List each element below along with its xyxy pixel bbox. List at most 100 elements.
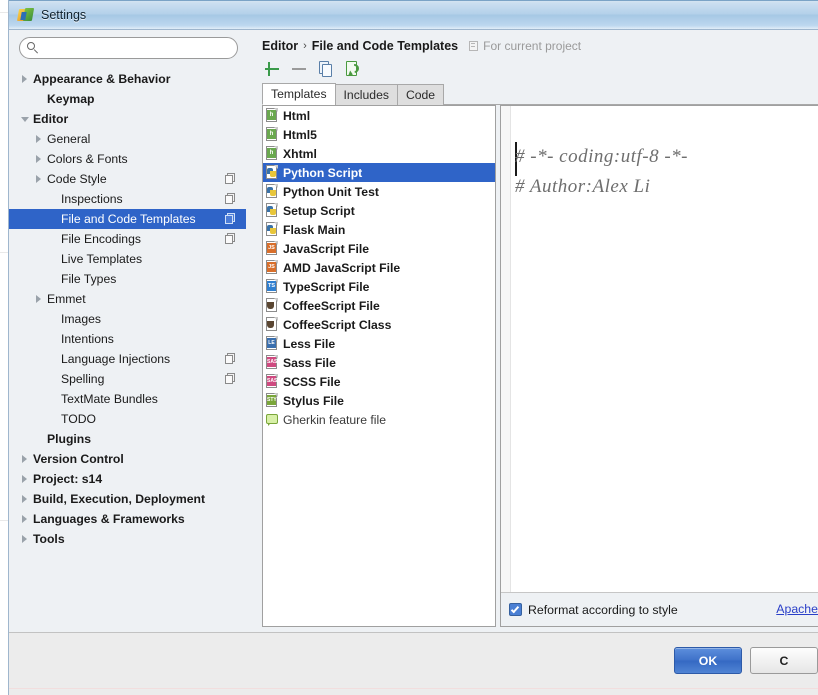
template-list-item[interactable]: STYL Stylus File bbox=[263, 391, 495, 410]
sidebar-item-todo[interactable]: TODO bbox=[9, 409, 246, 429]
editor-footer: Reformat according to style Apache bbox=[501, 592, 818, 626]
template-list-item[interactable]: Gherkin feature file bbox=[263, 410, 495, 429]
sidebar-item-version-control[interactable]: Version Control bbox=[9, 449, 246, 469]
chevron-right-icon[interactable] bbox=[33, 149, 47, 169]
typescript-file-icon: TS bbox=[265, 279, 279, 294]
reformat-checkbox[interactable] bbox=[509, 603, 522, 616]
template-list-item[interactable]: SASS Sass File bbox=[263, 353, 495, 372]
template-list-item[interactable]: Python Unit Test bbox=[263, 182, 495, 201]
window-titlebar: Settings bbox=[9, 0, 818, 30]
chevron-down-icon[interactable] bbox=[19, 109, 33, 129]
chevron-right-icon[interactable] bbox=[33, 169, 47, 189]
sidebar-item-textmate-bundles[interactable]: TextMate Bundles bbox=[9, 389, 246, 409]
sidebar-item-file-encodings[interactable]: File Encodings bbox=[9, 229, 246, 249]
chevron-right-icon[interactable] bbox=[33, 289, 47, 309]
breadcrumb-parent[interactable]: Editor bbox=[262, 39, 298, 53]
template-list-item[interactable]: SASS SCSS File bbox=[263, 372, 495, 391]
sidebar-item-label: Colors & Fonts bbox=[47, 152, 128, 166]
ok-button[interactable]: OK bbox=[674, 647, 742, 674]
sidebar-item-tools[interactable]: Tools bbox=[9, 529, 246, 549]
sidebar-item-build-execution-deployment[interactable]: Build, Execution, Deployment bbox=[9, 489, 246, 509]
sidebar-item-appearance-behavior[interactable]: Appearance & Behavior bbox=[9, 69, 246, 89]
chevron-right-icon[interactable] bbox=[19, 529, 33, 549]
sidebar-item-code-style[interactable]: Code Style bbox=[9, 169, 246, 189]
sidebar-item-colors-fonts[interactable]: Colors & Fonts bbox=[9, 149, 246, 169]
scss-file-icon: SASS bbox=[265, 374, 281, 389]
search-input[interactable] bbox=[44, 39, 237, 57]
settings-tree[interactable]: Appearance & Behavior Keymap Editor General… bbox=[9, 67, 246, 633]
sidebar-item-live-templates[interactable]: Live Templates bbox=[9, 249, 246, 269]
reset-to-default-icon[interactable] bbox=[343, 59, 363, 79]
template-code-editor[interactable]: # -*- coding:utf-8 -*- # Author:Alex Li bbox=[501, 106, 818, 592]
sidebar-item-keymap[interactable]: Keymap bbox=[9, 89, 246, 109]
breadcrumb-separator-icon: › bbox=[303, 40, 307, 52]
sidebar-item-emmet[interactable]: Emmet bbox=[9, 289, 246, 309]
template-list-item[interactable]: TS TypeScript File bbox=[263, 277, 495, 296]
settings-sidebar: Appearance & Behavior Keymap Editor General… bbox=[9, 31, 246, 633]
template-list-item[interactable]: CoffeeScript Class bbox=[263, 315, 495, 334]
template-list-item[interactable]: JS AMD JavaScript File bbox=[263, 258, 495, 277]
html-file-icon: h bbox=[265, 108, 279, 123]
copy-scope-icon bbox=[225, 213, 236, 224]
tab-templates[interactable]: Templates bbox=[262, 83, 336, 105]
panel-splitter[interactable] bbox=[246, 31, 254, 633]
sidebar-item-file-and-code-templates[interactable]: File and Code Templates bbox=[9, 209, 246, 229]
chevron-right-icon[interactable] bbox=[19, 449, 33, 469]
tab-code[interactable]: Code bbox=[396, 84, 445, 105]
chevron-right-icon[interactable] bbox=[19, 509, 33, 529]
search-icon bbox=[27, 42, 39, 54]
sidebar-item-inspections[interactable]: Inspections bbox=[9, 189, 246, 209]
remove-template-button[interactable] bbox=[289, 59, 309, 79]
sidebar-item-file-types[interactable]: File Types bbox=[9, 269, 246, 289]
desktop-edge-line bbox=[0, 252, 8, 253]
template-list-item[interactable]: h Html5 bbox=[263, 125, 495, 144]
dialog-button-bar: OK C bbox=[9, 633, 818, 695]
template-list-item[interactable]: h Html bbox=[263, 106, 495, 125]
settings-window: Settings Appearance & Behavior Keymap Edit… bbox=[8, 0, 818, 695]
templates-list[interactable]: h Html h Html5 h Xhtml Python Script Python Uni… bbox=[262, 105, 496, 627]
template-list-item-label: SCSS File bbox=[283, 374, 341, 389]
chevron-right-icon[interactable] bbox=[19, 489, 33, 509]
apache-license-link[interactable]: Apache bbox=[776, 602, 818, 616]
template-list-item[interactable]: Python Script bbox=[263, 163, 495, 182]
sidebar-item-images[interactable]: Images bbox=[9, 309, 246, 329]
sidebar-item-intentions[interactable]: Intentions bbox=[9, 329, 246, 349]
sidebar-item-language-injections[interactable]: Language Injections bbox=[9, 349, 246, 369]
sidebar-item-spelling[interactable]: Spelling bbox=[9, 369, 246, 389]
sidebar-item-plugins[interactable]: Plugins bbox=[9, 429, 246, 449]
copy-template-icon[interactable] bbox=[316, 59, 336, 79]
template-list-item-label: Gherkin feature file bbox=[283, 412, 386, 427]
settings-body: Appearance & Behavior Keymap Editor General… bbox=[9, 31, 818, 695]
search-container bbox=[9, 31, 246, 65]
chevron-right-icon[interactable] bbox=[19, 69, 33, 89]
sidebar-item-editor[interactable]: Editor bbox=[9, 109, 246, 129]
reformat-checkbox-row[interactable]: Reformat according to style bbox=[509, 603, 678, 617]
tab-includes[interactable]: Includes bbox=[334, 84, 398, 105]
template-list-item[interactable]: Setup Script bbox=[263, 201, 495, 220]
python-file-icon bbox=[265, 222, 279, 237]
sidebar-item-general[interactable]: General bbox=[9, 129, 246, 149]
sidebar-item-label: Keymap bbox=[47, 92, 95, 106]
template-list-item[interactable]: Flask Main bbox=[263, 220, 495, 239]
sidebar-item-languages-frameworks[interactable]: Languages & Frameworks bbox=[9, 509, 246, 529]
template-list-item[interactable]: LE Less File bbox=[263, 334, 495, 353]
chevron-right-icon[interactable] bbox=[19, 469, 33, 489]
copy-scope-icon bbox=[225, 193, 236, 204]
sidebar-item-label: Emmet bbox=[47, 292, 86, 306]
template-list-item[interactable]: h Xhtml bbox=[263, 144, 495, 163]
template-list-item[interactable]: JS JavaScript File bbox=[263, 239, 495, 258]
sidebar-item-label: Appearance & Behavior bbox=[33, 72, 171, 86]
chevron-right-icon[interactable] bbox=[33, 129, 47, 149]
template-list-item-label: Xhtml bbox=[283, 146, 317, 161]
sidebar-item-project-s14[interactable]: Project: s14 bbox=[9, 469, 246, 489]
sidebar-item-label: Version Control bbox=[33, 452, 124, 466]
template-list-item[interactable]: CoffeeScript File bbox=[263, 296, 495, 315]
search-box[interactable] bbox=[19, 37, 238, 59]
template-list-item-label: JavaScript File bbox=[283, 241, 370, 256]
cancel-button[interactable]: C bbox=[750, 647, 818, 674]
template-list-item-label: Python Script bbox=[283, 165, 363, 180]
add-template-button[interactable] bbox=[262, 59, 282, 79]
